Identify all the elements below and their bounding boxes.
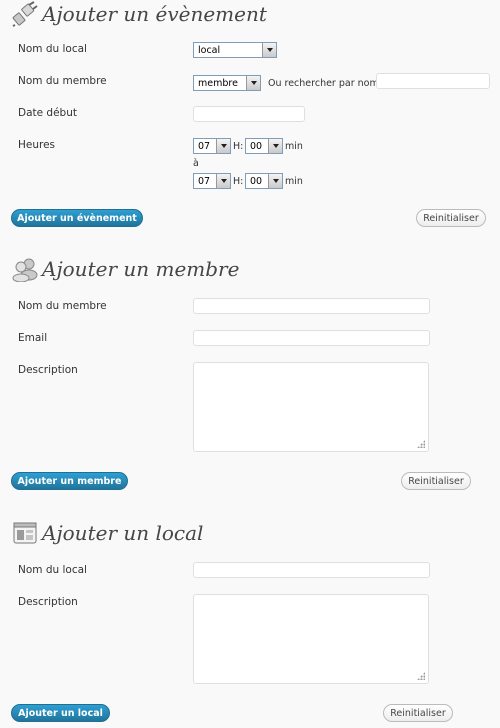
search-by-name-label: Ou rechercher par nom <box>268 78 379 89</box>
end-hour-value: 07 <box>198 175 211 187</box>
local-description-textarea[interactable] <box>193 594 429 684</box>
member-name-input[interactable] <box>193 298 430 314</box>
reset-member-button[interactable]: Reinitialiser <box>401 472 471 490</box>
local-description-label: Description <box>18 596 78 608</box>
email-label: Email <box>18 332 48 344</box>
users-icon <box>12 256 38 283</box>
chevron-down-icon <box>216 174 230 188</box>
email-field[interactable] <box>193 330 430 346</box>
start-hour-select[interactable]: 07 <box>193 138 231 154</box>
hour-separator: H: <box>233 141 244 152</box>
member-select-value: membre <box>198 77 238 89</box>
local-label: Nom du local <box>18 43 87 55</box>
local-name-label: Nom du local <box>18 564 87 576</box>
add-member-heading: Ajouter un membre <box>12 256 240 283</box>
date-input[interactable] <box>193 106 305 122</box>
chevron-down-icon <box>268 139 282 153</box>
add-event-section: Ajouter un évènement Nom du local local … <box>0 0 500 236</box>
date-label: Date début <box>18 107 77 119</box>
resize-grip-icon[interactable] <box>417 440 425 448</box>
resize-grip-icon[interactable] <box>417 672 425 680</box>
section-title: Ajouter un local <box>42 521 204 545</box>
reset-event-button[interactable]: Reinitialiser <box>416 209 486 227</box>
add-local-section: Ajouter un local Nom du local Descriptio… <box>0 519 500 728</box>
search-name-input[interactable] <box>376 73 490 89</box>
add-local-button[interactable]: Ajouter un local <box>11 704 110 722</box>
page-title: Ajouter un évènement <box>42 2 267 26</box>
layout-icon <box>12 520 38 546</box>
add-member-button[interactable]: Ajouter un membre <box>11 472 128 490</box>
member-name-label: Nom du membre <box>18 300 107 312</box>
add-event-heading: Ajouter un évènement <box>12 1 267 27</box>
min-label: min <box>285 141 303 152</box>
to-label: à <box>193 158 199 169</box>
hour-separator: H: <box>233 176 244 187</box>
min-label: min <box>285 176 303 187</box>
hours-label: Heures <box>18 139 56 151</box>
start-hour-value: 07 <box>198 140 211 152</box>
start-min-select[interactable]: 00 <box>245 138 283 154</box>
add-local-heading: Ajouter un local <box>12 520 203 546</box>
section-title: Ajouter un membre <box>42 257 240 281</box>
end-hour-select[interactable]: 07 <box>193 173 231 189</box>
member-label: Nom du membre <box>18 75 107 87</box>
member-description-label: Description <box>18 364 78 376</box>
member-description-textarea[interactable] <box>193 362 429 452</box>
plug-icon <box>12 1 38 27</box>
start-min-value: 00 <box>250 140 263 152</box>
local-name-input[interactable] <box>193 562 430 578</box>
end-min-select[interactable]: 00 <box>245 173 283 189</box>
local-select[interactable]: local <box>193 42 277 58</box>
end-min-value: 00 <box>250 175 263 187</box>
chevron-down-icon <box>216 139 230 153</box>
chevron-down-icon <box>262 43 276 57</box>
add-event-button[interactable]: Ajouter un évènement <box>11 209 143 227</box>
chevron-down-icon <box>268 174 282 188</box>
chevron-down-icon <box>246 76 260 90</box>
local-select-value: local <box>198 44 221 56</box>
reset-local-button[interactable]: Reinitialiser <box>383 704 453 722</box>
add-member-section: Ajouter un membre Nom du membre Email De… <box>0 255 500 495</box>
member-select[interactable]: membre <box>193 75 261 91</box>
